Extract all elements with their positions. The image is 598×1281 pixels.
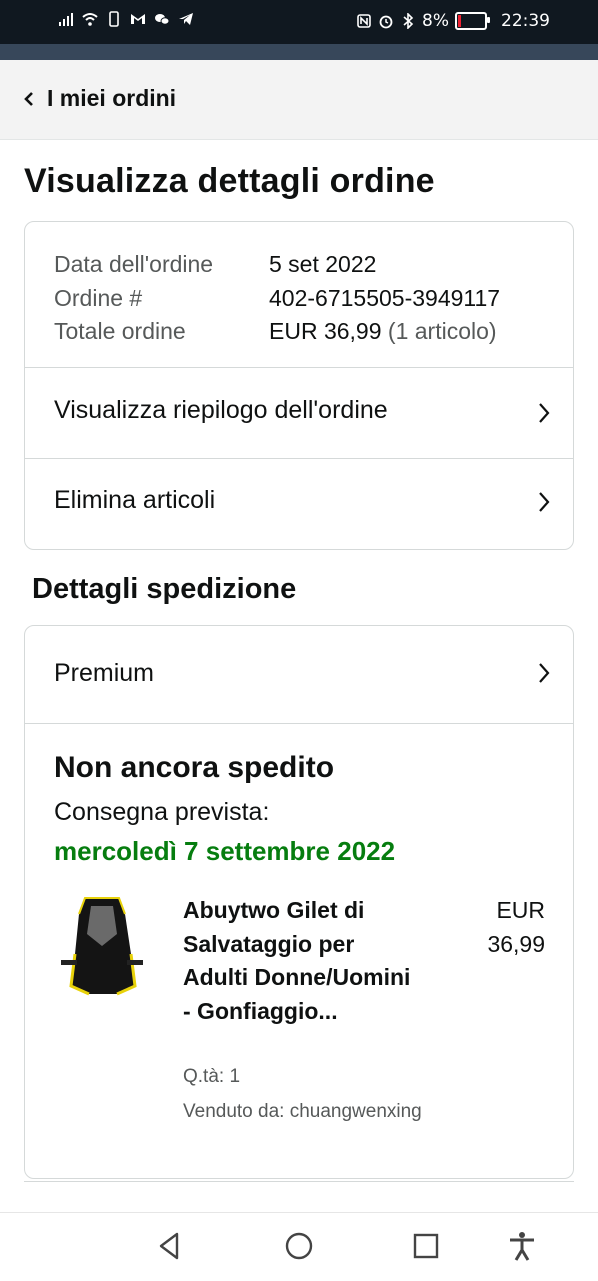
delivery-estimate-label: Consegna prevista: — [54, 798, 270, 826]
app-header-band — [0, 44, 598, 60]
order-info-card: Data dell'ordine 5 set 2022 Ordine # 402… — [24, 221, 574, 550]
product-quantity: Q.tà: 1 — [183, 1066, 241, 1087]
order-total-label: Totale ordine — [54, 318, 186, 344]
chevron-right-icon[interactable] — [537, 401, 551, 425]
bluetooth-icon — [403, 13, 414, 29]
shipment-status: Non ancora spedito — [54, 751, 335, 784]
order-total-row: Totale ordine EUR 36,99 (1 articolo) — [54, 315, 500, 349]
home-circle-icon[interactable] — [282, 1229, 316, 1263]
shipping-section-title: Dettagli spedizione — [32, 573, 297, 605]
battery-percentage: 8% — [422, 11, 449, 31]
order-info-grid: Data dell'ordine 5 set 2022 Ordine # 402… — [54, 248, 500, 349]
wifi-icon — [82, 13, 98, 26]
product-seller: Venduto da: chuangwenxing — [183, 1101, 422, 1122]
system-nav-bar — [0, 1212, 598, 1281]
accessibility-icon[interactable] — [505, 1229, 539, 1263]
status-bar-left-icons — [58, 11, 194, 27]
recents-square-icon[interactable] — [409, 1229, 443, 1263]
gmail-icon — [131, 14, 145, 24]
order-summary-link[interactable]: Visualizza riepilogo dell'ordine — [25, 368, 573, 458]
order-number-label: Ordine # — [54, 284, 143, 311]
product-image[interactable] — [55, 894, 149, 998]
signal-icon — [59, 13, 73, 26]
delete-items-label[interactable]: Elimina articoli — [54, 486, 215, 515]
order-total-amount: EUR 36,99 — [269, 318, 382, 344]
alarm-icon — [379, 15, 393, 29]
status-bar: 8% 22:39 — [0, 0, 598, 44]
premium-shipping-link[interactable]: Premium — [25, 626, 573, 723]
status-bar-right-icons: 8% 22:39 — [356, 11, 550, 31]
order-number-value: 402-6715505-3949117 — [269, 284, 501, 311]
page-title: Visualizza dettagli ordine — [24, 162, 435, 200]
delete-items-link[interactable]: Elimina articoli — [25, 459, 573, 549]
shipping-card: Premium Non ancora spedito Consegna prev… — [24, 625, 574, 1179]
order-total-value: EUR 36,99 (1 articolo) — [269, 315, 497, 349]
battery-icon — [455, 12, 490, 30]
product-price: EUR 36,99 — [487, 894, 545, 961]
delivery-estimate-date: mercoledì 7 settembre 2022 — [54, 836, 396, 866]
product-price-value: 36,99 — [487, 930, 545, 957]
chevron-right-icon[interactable] — [537, 661, 551, 685]
back-triangle-icon[interactable] — [153, 1229, 187, 1263]
order-date-value: 5 set 2022 — [269, 251, 377, 277]
order-date-row: Data dell'ordine 5 set 2022 — [54, 248, 500, 282]
order-summary-label[interactable]: Visualizza riepilogo dell'ordine — [54, 396, 388, 425]
phone-icon — [109, 11, 119, 27]
chevron-left-icon[interactable] — [22, 90, 36, 108]
divider — [24, 1181, 574, 1182]
product-price-currency: EUR — [496, 897, 545, 923]
premium-shipping-label[interactable]: Premium — [54, 659, 154, 688]
chevron-right-icon[interactable] — [537, 490, 551, 514]
clock: 22:39 — [501, 11, 550, 31]
order-total-items: (1 articolo) — [387, 318, 497, 344]
product-title-link[interactable]: Abuytwo Gilet di Salvataggio per Adulti … — [183, 894, 413, 1028]
back-link-orders[interactable]: I miei ordini — [47, 85, 176, 112]
nfc-icon — [357, 14, 371, 28]
divider — [25, 723, 573, 724]
order-date-label: Data dell'ordine — [54, 251, 214, 277]
back-nav-bar[interactable]: I miei ordini — [0, 60, 598, 140]
wechat-icon — [155, 14, 170, 25]
telegram-icon — [179, 13, 193, 25]
order-number-row: Ordine # 402-6715505-3949117 — [54, 282, 500, 316]
